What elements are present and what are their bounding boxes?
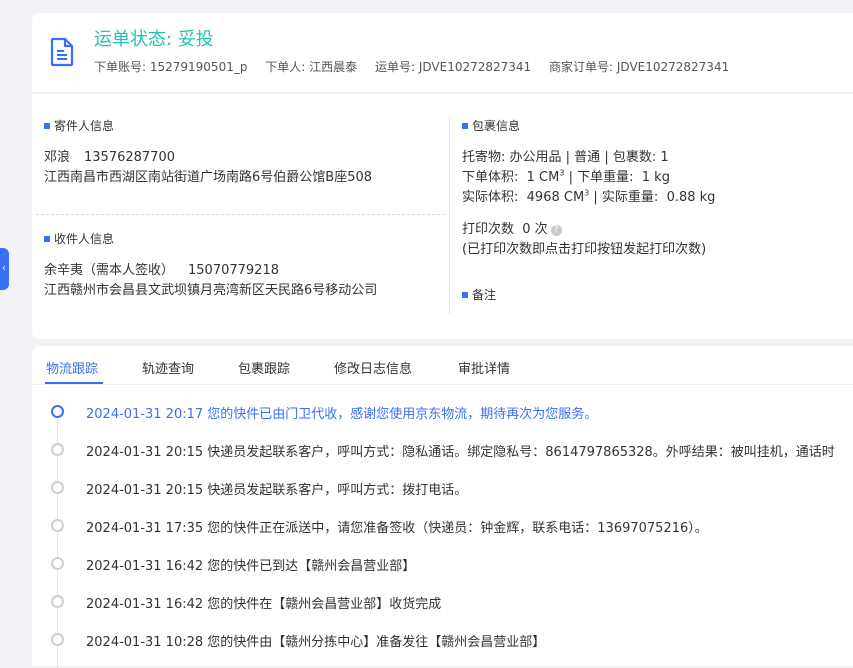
order-volume: 1 CM: [526, 170, 560, 185]
receiver-section-title: 收件人信息: [44, 230, 114, 247]
remark-section-title: 备注: [462, 286, 496, 303]
sender-name: 邓浪: [44, 150, 71, 165]
tab-logistics-tracking[interactable]: 物流跟踪: [46, 358, 98, 377]
section-marker-icon: [44, 123, 50, 129]
timeline-item: 2024-01-31 20:15 快递员发起联系客户，呼叫方式：隐私通话。绑定隐…: [86, 445, 835, 460]
receiver-contact: 余辛夷（需本人签收） 15070779218: [44, 259, 279, 278]
sender-address: 江西南昌市西湖区南站街道广场南路6号伯爵公馆B座508: [44, 170, 373, 185]
timeline-dot-icon: [51, 443, 64, 456]
print-note: (已打印次数即点击打印按钮发起打印次数): [462, 242, 707, 257]
column-divider: [449, 118, 450, 314]
timeline-dot-icon: [51, 481, 64, 494]
help-icon[interactable]: ?: [550, 225, 562, 236]
timeline-dot-icon: [51, 633, 64, 646]
waybill-header-card: 运单状态: 妥投 下单账号: 15279190501_p 下单人: 江西晨泰 运…: [32, 13, 853, 92]
merchant-order-number: 商家订单号: JDVE10272827341: [549, 60, 730, 74]
actual-weight: 0.88 kg: [666, 190, 716, 205]
receiver-phone: 15070779218: [188, 263, 279, 278]
order-account: 下单账号: 15279190501_p: [94, 60, 248, 74]
section-marker-icon: [44, 236, 50, 242]
print-count-row: 打印次数 0 次?: [462, 218, 562, 237]
tracking-card: 物流跟踪 轨迹查询 包裹跟踪 修改日志信息 审批详情 2024-01-31 20…: [32, 346, 853, 668]
shipment-info-card: 寄件人信息 邓浪 13576287700 江西南昌市西湖区南站街道广场南路6号伯爵…: [32, 94, 853, 339]
actual-volume: 4968 CM: [526, 190, 585, 205]
order-volume-row: 下单体积: 1 CM3 | 下单重量: 1 kg: [462, 168, 670, 185]
timeline-dot-icon: [51, 595, 64, 608]
order-person: 下单人: 江西晨泰: [265, 60, 358, 74]
timeline-item: 2024-01-31 16:42 您的快件在【赣州会昌营业部】收货完成: [86, 597, 442, 612]
timeline-item: 2024-01-31 16:42 您的快件已到达【赣州会昌营业部】: [86, 559, 416, 574]
timeline-item: 2024-01-31 20:17 您的快件已由门卫代收，感谢您使用京东物流，期待…: [86, 407, 598, 422]
tab-approval-details[interactable]: 审批详情: [458, 358, 510, 377]
tracking-tabs: 物流跟踪 轨迹查询 包裹跟踪 修改日志信息 审批详情: [32, 346, 853, 385]
timeline-dot-icon: [51, 519, 64, 532]
section-marker-icon: [462, 123, 468, 129]
sender-phone: 13576287700: [84, 150, 175, 165]
package-section-title: 包裹信息: [462, 117, 520, 134]
section-divider: [36, 214, 445, 215]
package-goods: 办公用品 | 普通: [509, 150, 601, 165]
active-tab-indicator: [45, 382, 103, 384]
receiver-name: 余辛夷（需本人签收）: [44, 263, 175, 278]
package-goods-row: 托寄物: 办公用品 | 普通 | 包裹数: 1: [462, 150, 669, 165]
tab-modify-log[interactable]: 修改日志信息: [334, 358, 412, 377]
timeline-dot-icon: [51, 405, 64, 418]
section-marker-icon: [462, 292, 468, 298]
sender-contact: 邓浪 13576287700: [44, 146, 175, 165]
waybill-meta: 下单账号: 15279190501_p 下单人: 江西晨泰 运单号: JDVE1…: [94, 58, 743, 75]
chevron-left-icon: ‹: [2, 263, 6, 274]
timeline-item: 2024-01-31 20:15 快递员发起联系客户，呼叫方式：拨打电话。: [86, 483, 468, 498]
timeline-item: 2024-01-31 10:28 您的快件由【赣州分拣中心】准备发往【赣州会昌营…: [86, 635, 546, 650]
print-count: 0 次: [522, 222, 548, 237]
waybill-number: 运单号: JDVE10272827341: [374, 60, 532, 74]
document-icon: [50, 37, 74, 67]
waybill-status: 运单状态: 妥投: [94, 29, 214, 50]
sidebar-toggle-button[interactable]: ‹: [0, 248, 9, 290]
actual-volume-row: 实际体积: 4968 CM3 | 实际重量: 0.88 kg: [462, 188, 716, 205]
timeline-dot-icon: [51, 557, 64, 570]
tab-package-tracking[interactable]: 包裹跟踪: [238, 358, 290, 377]
package-count: 1: [660, 150, 669, 165]
order-weight: 1 kg: [641, 170, 670, 185]
receiver-address: 江西赣州市会昌县文武坝镇月亮湾新区天民路6号移动公司: [44, 283, 378, 298]
tab-trajectory-query[interactable]: 轨迹查询: [142, 358, 194, 377]
timeline-item: 2024-01-31 17:35 您的快件正在派送中，请您准备签收（快递员：钟金…: [86, 521, 708, 536]
sender-section-title: 寄件人信息: [44, 117, 114, 134]
